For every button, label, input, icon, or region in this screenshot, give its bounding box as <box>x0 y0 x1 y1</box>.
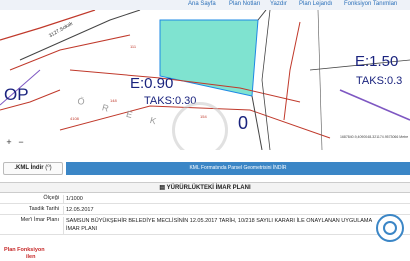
zone-density-right: E:1.50 <box>355 53 399 70</box>
kml-download-button[interactable]: .KML İndir (⁰) <box>3 162 63 175</box>
plan-function-label: Plan Fonksiyon ilen <box>4 247 45 260</box>
nav-home[interactable]: Ana Sayfa <box>188 0 216 8</box>
plan-row-approval-date: Tasdik Tarihi 12.05.2017 <box>0 206 410 215</box>
row-key: Mer'i İmar Planı <box>20 217 59 223</box>
nav-print[interactable]: Yazdır <box>270 0 287 8</box>
zone-taks-right: TAKS:0.3 <box>356 75 403 87</box>
plan-row-scale: Ölçeği 1/1000 <box>0 195 410 204</box>
kml-download-banner[interactable]: KML Formatında Parsel Geometrisini İNDİR <box>66 162 410 175</box>
download-icon: (⁰) <box>45 165 52 171</box>
row-value: 1/1000 <box>66 196 83 202</box>
svg-text:111: 111 <box>130 44 137 49</box>
zone-number-label: 0 <box>238 113 249 133</box>
row-key: Ölçeği <box>43 195 59 201</box>
nav-plan-legend[interactable]: Plan Lejandı <box>299 0 332 8</box>
svg-text:148: 148 <box>110 98 117 103</box>
plan-section-title: ▤ YÜRÜRLÜKTEKİ İMAR PLANI <box>0 182 410 193</box>
nav-plan-notes[interactable]: Plan Notları <box>229 0 260 8</box>
kml-toolbar: .KML İndir (⁰) KML Formatında Parsel Geo… <box>0 160 410 176</box>
brand-logo-icon <box>376 214 404 242</box>
row-key: Tasdik Tarihi <box>28 206 59 212</box>
plan-row-current-plan: Mer'i İmar Planı SAMSUN BÜYÜKŞEHİR BELED… <box>0 217 410 235</box>
map-coordinates: 1687840.9,4090048-321174.9573066 Metre <box>340 135 409 139</box>
row-value: 12.05.2017 <box>66 207 94 213</box>
doc-icon: ▤ <box>159 185 167 191</box>
watermark-logo <box>172 102 228 150</box>
zoom-out-button[interactable]: − <box>16 137 26 147</box>
zoom-in-button[interactable]: + <box>4 137 14 147</box>
zone-density-left: E:0.90 <box>130 75 174 92</box>
top-navigation: Ana Sayfa Plan Notları Yazdır Plan Lejan… <box>0 0 410 10</box>
kml-download-label: .KML İndir <box>14 165 44 171</box>
svg-text:4108: 4108 <box>70 116 80 121</box>
row-value: SAMSUN BÜYÜKŞEHİR BELEDİYE MECLİSİNİN 12… <box>66 218 372 232</box>
nav-function-definitions[interactable]: Fonksiyon Tanımları <box>344 0 398 8</box>
zoning-map[interactable]: 111 148 154 4108 3127.Sokak OP E:0.90 TA… <box>0 10 410 150</box>
zone-label-op: OP <box>4 85 29 104</box>
